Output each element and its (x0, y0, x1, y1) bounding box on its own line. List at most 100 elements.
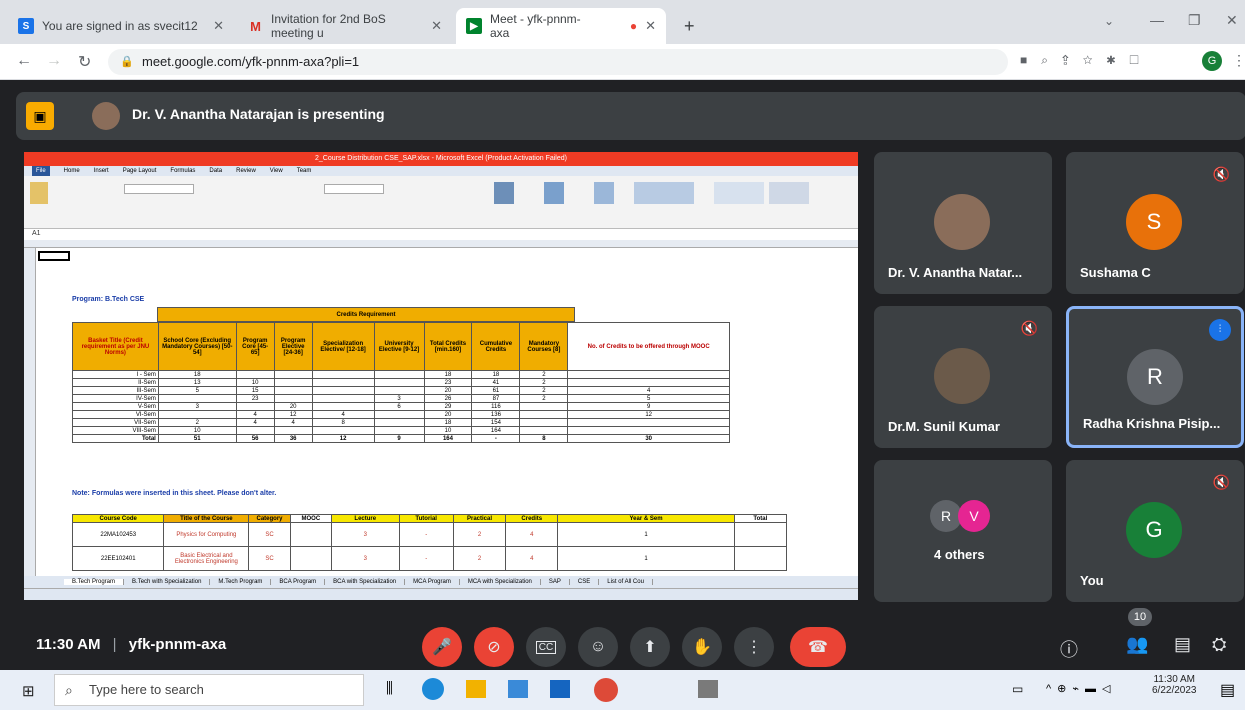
emoji-button[interactable]: ☺ (578, 627, 618, 667)
credit-cell[interactable]: 18 (471, 370, 521, 379)
credit-cell[interactable]: 56 (235, 434, 275, 443)
credit-cell[interactable]: 2 (157, 418, 237, 427)
url-input[interactable]: 🔒 meet.google.com/yfk-pnnm-axa?pli=1 (108, 49, 1008, 75)
menu-team[interactable]: Team (297, 166, 312, 176)
credit-cell[interactable]: 164 (423, 434, 473, 443)
forward-icon[interactable]: → (46, 52, 62, 70)
course-cell[interactable] (289, 546, 333, 571)
credit-cell[interactable]: 4 (235, 418, 275, 427)
credit-cell[interactable]: 8 (519, 434, 569, 443)
participant-tile-anantha[interactable]: Dr. V. Anantha Natar... (874, 152, 1052, 294)
credit-cell[interactable] (273, 426, 313, 435)
back-icon[interactable]: ← (16, 52, 32, 70)
system-tray-icons[interactable]: ^⊕⌁▬◁ (1046, 682, 1116, 695)
info-icon[interactable]: ⓘ (1060, 636, 1078, 662)
sheet-tab[interactable]: BCA Program (271, 579, 326, 585)
credit-cell[interactable]: 116 (471, 402, 521, 411)
credit-cell[interactable]: 41 (471, 378, 521, 387)
credit-cell[interactable] (157, 410, 237, 419)
course-total-cell[interactable] (733, 522, 788, 547)
new-tab-icon[interactable]: + (684, 16, 695, 37)
sheet-tab[interactable]: CSE (569, 579, 600, 585)
credit-cell[interactable] (311, 426, 375, 435)
credit-cell[interactable]: 51 (157, 434, 237, 443)
insert-delete-format-icons[interactable] (634, 182, 694, 204)
credit-cell[interactable]: 23 (423, 378, 473, 387)
sheet-tab[interactable]: SAP (540, 579, 570, 585)
credit-cell[interactable]: - (471, 434, 521, 443)
credit-cell[interactable]: 3 (157, 402, 237, 411)
credit-cell[interactable] (157, 394, 237, 403)
store-icon[interactable] (508, 680, 528, 698)
credit-cell[interactable]: 36 (273, 434, 313, 443)
restore-icon[interactable]: ❐ (1188, 12, 1201, 29)
menu-kebab-icon[interactable]: ⋮ (1232, 52, 1245, 69)
taskbar-app-icon[interactable] (698, 680, 718, 698)
credit-cell[interactable] (567, 426, 730, 435)
credit-cell[interactable]: 30 (567, 434, 730, 443)
course-total-cell[interactable] (733, 546, 788, 571)
menu-insert[interactable]: Insert (94, 166, 109, 176)
course-cell[interactable]: SC (248, 522, 291, 547)
course-cell[interactable]: Physics for Computing (163, 522, 250, 547)
sheet-tab[interactable]: B.Tech Program (64, 579, 125, 585)
credit-cell[interactable] (311, 370, 375, 379)
taskbar-clock[interactable]: 11:30 AM 6/22/2023 (1152, 674, 1197, 696)
credit-cell[interactable] (311, 402, 375, 411)
credit-cell[interactable]: 12 (567, 410, 730, 419)
captions-button[interactable]: CC (526, 627, 566, 667)
credit-cell[interactable] (373, 410, 425, 419)
credit-cell[interactable]: 3 (373, 394, 425, 403)
credit-cell[interactable]: 154 (471, 418, 521, 427)
sheet-tab[interactable]: MCA Program (405, 579, 460, 585)
course-cell[interactable]: - (398, 546, 454, 571)
credit-cell[interactable] (235, 402, 275, 411)
credit-cell[interactable]: 18 (157, 370, 237, 379)
close-icon[interactable]: ✕ (645, 18, 656, 34)
credit-cell[interactable]: 15 (235, 386, 275, 395)
credit-cell[interactable]: III-Sem (72, 386, 159, 395)
course-cell[interactable]: 3 (331, 522, 400, 547)
credit-cell[interactable]: 87 (471, 394, 521, 403)
credit-cell[interactable]: VI-Sem (72, 410, 159, 419)
credit-cell[interactable]: 5 (157, 386, 237, 395)
credit-cell[interactable]: IV-Sem (72, 394, 159, 403)
present-button[interactable]: ⬆ (630, 627, 670, 667)
sheet-tab[interactable]: BCA with Specialization (325, 579, 406, 585)
credit-cell[interactable] (273, 378, 313, 387)
notification-icon[interactable]: ▤ (1220, 680, 1235, 700)
menu-data[interactable]: Data (209, 166, 222, 176)
keyboard-icon[interactable]: ▭ (1012, 682, 1023, 696)
credit-cell[interactable]: 4 (311, 410, 375, 419)
credit-cell[interactable] (519, 418, 569, 427)
participant-tile-others[interactable]: R V 4 others (874, 460, 1052, 602)
credit-cell[interactable] (273, 370, 313, 379)
credit-cell[interactable] (519, 402, 569, 411)
credit-cell[interactable]: 20 (273, 402, 313, 411)
course-cell[interactable]: 22MA102453 (71, 522, 165, 547)
tab-meet[interactable]: ▶ Meet - yfk-pnnm-axa ● ✕ (456, 8, 666, 44)
credit-cell[interactable]: 2 (519, 394, 569, 403)
menu-page-layout[interactable]: Page Layout (123, 166, 157, 176)
credit-cell[interactable] (567, 418, 730, 427)
windows-start-icon[interactable]: ⊞ (22, 682, 35, 700)
credit-cell[interactable]: Total (72, 434, 159, 443)
course-cell[interactable]: 2 (452, 522, 507, 547)
tab-invitation[interactable]: M Invitation for 2nd BoS meeting u ✕ (238, 8, 452, 44)
format-table-icon[interactable] (544, 182, 564, 204)
credit-cell[interactable]: 9 (567, 402, 730, 411)
minimize-icon[interactable]: — (1150, 12, 1164, 28)
participant-tile-you[interactable]: 🔇 G You (1066, 460, 1244, 602)
credit-cell[interactable]: 164 (471, 426, 521, 435)
file-explorer-icon[interactable] (466, 680, 486, 698)
credit-cell[interactable] (311, 386, 375, 395)
mic-off-button[interactable]: 🎤 (422, 627, 462, 667)
course-cell[interactable] (289, 522, 333, 547)
credit-cell[interactable]: 9 (373, 434, 425, 443)
participant-tile-sunil[interactable]: 🔇 Dr.M. Sunil Kumar (874, 306, 1052, 448)
credit-cell[interactable] (373, 378, 425, 387)
credit-cell[interactable] (373, 418, 425, 427)
credit-cell[interactable] (311, 378, 375, 387)
participant-tile-radha[interactable]: ⫶ R Radha Krishna Pisip... (1066, 306, 1244, 448)
leave-call-button[interactable]: ☎ (790, 627, 846, 667)
